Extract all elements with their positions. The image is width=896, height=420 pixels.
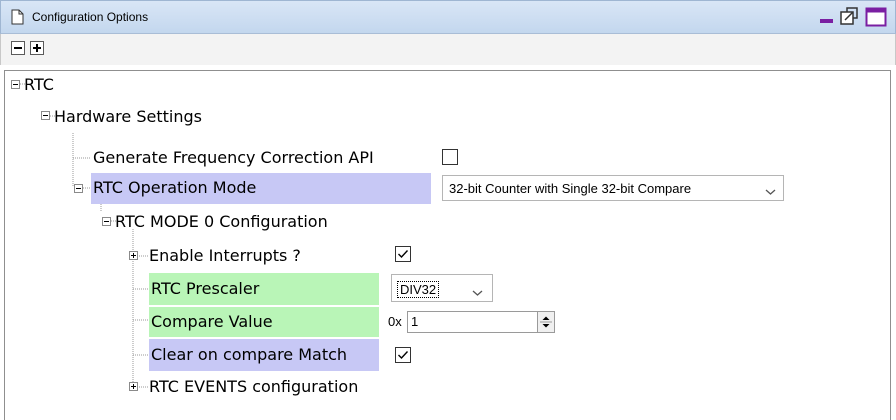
prescaler-value: DIV32 xyxy=(397,281,440,298)
operation-mode-value: 32-bit Counter with Single 32-bit Compar… xyxy=(449,181,692,196)
tree-node-events-config[interactable]: RTC EVENTS configuration xyxy=(149,377,358,397)
compare-value-input[interactable]: 1 xyxy=(407,311,555,333)
hardware-settings-collapse-toggle[interactable] xyxy=(41,111,50,120)
mode0-collapse-toggle[interactable] xyxy=(102,217,111,226)
expand-all-icon[interactable] xyxy=(30,41,44,55)
operation-mode-collapse-toggle[interactable] xyxy=(74,184,83,193)
minimize-icon[interactable] xyxy=(819,6,835,28)
maximize-icon[interactable] xyxy=(865,6,887,28)
prescaler-label: RTC Prescaler xyxy=(151,279,260,298)
gen-freq-correction-label: Generate Frequency Correction API xyxy=(93,148,374,167)
window-titlebar: Configuration Options xyxy=(0,0,896,34)
gen-freq-correction-checkbox[interactable] xyxy=(442,149,458,165)
events-config-expand-toggle[interactable] xyxy=(129,382,138,391)
collapse-all-icon[interactable] xyxy=(11,41,25,55)
tree-node-hardware-settings[interactable]: Hardware Settings xyxy=(54,107,202,127)
clear-on-match-checkbox[interactable] xyxy=(395,347,411,363)
restore-icon[interactable] xyxy=(839,6,859,28)
clear-on-match-label: Clear on compare Match xyxy=(151,345,348,364)
rtc-collapse-toggle[interactable] xyxy=(11,80,20,89)
toolbar xyxy=(0,34,896,65)
chevron-down-icon xyxy=(765,184,776,199)
chevron-down-icon xyxy=(472,285,483,300)
compare-value-prefix: 0x xyxy=(388,314,402,329)
configuration-tree: RTC Hardware Settings Generate Frequency… xyxy=(4,70,891,420)
window-title: Configuration Options xyxy=(32,10,149,24)
prescaler-select[interactable]: DIV32 xyxy=(391,274,493,302)
operation-mode-label: RTC Operation Mode xyxy=(93,178,257,197)
tree-node-rtc[interactable]: RTC xyxy=(24,75,54,95)
tree-node-mode0-config[interactable]: RTC MODE 0 Configuration xyxy=(115,212,328,232)
compare-value-label: Compare Value xyxy=(151,312,273,331)
enable-interrupts-checkbox[interactable] xyxy=(395,246,411,262)
document-icon xyxy=(11,9,24,25)
enable-interrupts-expand-toggle[interactable] xyxy=(129,251,138,260)
operation-mode-select[interactable]: 32-bit Counter with Single 32-bit Compar… xyxy=(442,175,784,201)
compare-value-spin-buttons[interactable] xyxy=(537,312,554,332)
enable-interrupts-label: Enable Interrupts ? xyxy=(149,246,301,265)
compare-value-text: 1 xyxy=(411,314,419,329)
